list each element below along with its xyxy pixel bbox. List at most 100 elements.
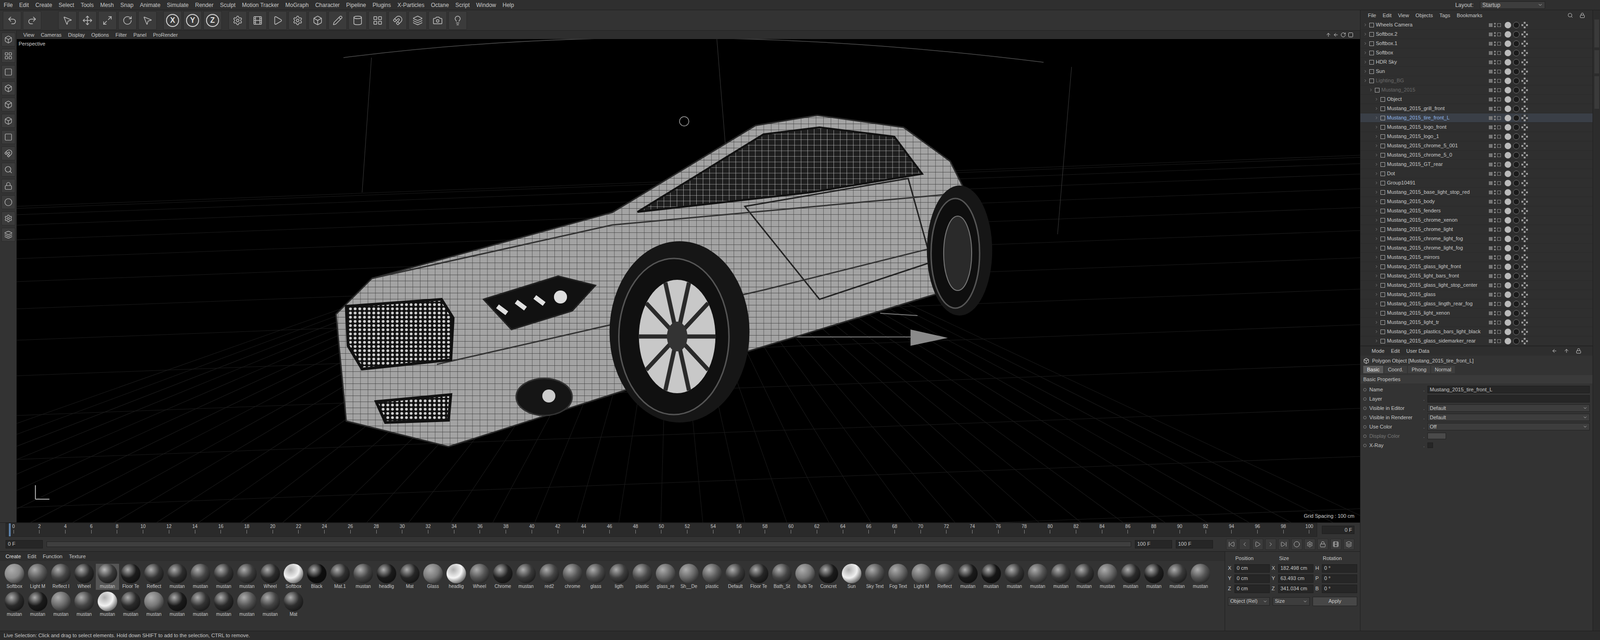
layer-box[interactable]: [1488, 79, 1493, 83]
axis-lock-button[interactable]: Y: [183, 11, 202, 30]
render-visibility-dot[interactable]: [1493, 25, 1496, 28]
editor-visibility-dot[interactable]: [1493, 320, 1496, 323]
attribute-menu-item[interactable]: Edit: [1391, 347, 1400, 356]
coordinate-system[interactable]: [228, 11, 247, 30]
layer-box[interactable]: [1488, 218, 1493, 223]
uv-tag-icon[interactable]: [1521, 96, 1528, 103]
material-tile[interactable]: Reflect: [142, 564, 166, 591]
material-tile[interactable]: mustan: [165, 592, 189, 619]
phong-tag-icon[interactable]: [1504, 133, 1512, 140]
pan-icon[interactable]: [1325, 32, 1332, 38]
layer-box[interactable]: [1488, 293, 1493, 297]
material-tag-icon[interactable]: [1513, 180, 1520, 187]
material-tag-icon[interactable]: [1513, 310, 1520, 317]
layer-box[interactable]: [1488, 255, 1493, 260]
enable-check[interactable]: [1497, 162, 1501, 167]
phong-tag-icon[interactable]: [1504, 77, 1512, 85]
lock-icon[interactable]: [1579, 12, 1586, 19]
phong-tag-icon[interactable]: [1504, 180, 1512, 187]
layer-box[interactable]: [1488, 106, 1493, 111]
object-menu-item[interactable]: File: [1367, 11, 1377, 20]
dropdown[interactable]: Off: [1427, 423, 1590, 431]
enable-check[interactable]: [1497, 190, 1501, 195]
undo[interactable]: [2, 11, 22, 30]
expand-icon[interactable]: [1363, 50, 1368, 55]
render-visibility-dot[interactable]: [1493, 137, 1496, 140]
object-row[interactable]: Softbox: [1360, 48, 1593, 58]
menu-item[interactable]: Plugins: [372, 0, 391, 10]
enable-check[interactable]: [1497, 330, 1501, 334]
enable-check[interactable]: [1497, 79, 1501, 83]
editor-visibility-dot[interactable]: [1493, 69, 1496, 72]
uv-tag-icon[interactable]: [1521, 217, 1528, 224]
size-field[interactable]: 341.034 cm: [1278, 585, 1314, 594]
go-to-start[interactable]: [1226, 539, 1238, 551]
uv-tag-icon[interactable]: [1521, 328, 1528, 336]
expand-icon[interactable]: [1374, 301, 1379, 307]
material-tile[interactable]: Reflect: [933, 564, 957, 591]
layer-box[interactable]: [1488, 51, 1493, 55]
object-row[interactable]: Mustang_2015_chrome_5_0: [1360, 150, 1593, 160]
render-visibility-dot[interactable]: [1493, 341, 1496, 344]
render-visibility-dot[interactable]: [1493, 230, 1496, 233]
object-row[interactable]: Wheels Camera: [1360, 20, 1593, 30]
render-visibility-dot[interactable]: [1493, 193, 1496, 195]
material-tag-icon[interactable]: [1513, 77, 1520, 85]
attribute-tab[interactable]: Basic: [1363, 366, 1384, 374]
max-frame-field[interactable]: 100 F: [1175, 540, 1214, 549]
uv-tag-icon[interactable]: [1521, 300, 1528, 308]
editor-visibility-dot[interactable]: [1493, 32, 1496, 34]
phong-tag-icon[interactable]: [1504, 263, 1512, 271]
render-visibility-dot[interactable]: [1493, 211, 1496, 214]
side-tab[interactable]: [1594, 76, 1600, 109]
render-view[interactable]: [248, 11, 267, 30]
camera[interactable]: [428, 11, 447, 30]
material-tile[interactable]: plastic: [630, 564, 654, 591]
material-tile[interactable]: mustan: [1072, 564, 1096, 591]
animate-dot[interactable]: [1363, 397, 1367, 401]
enable-check[interactable]: [1497, 97, 1501, 102]
material-tile[interactable]: Softbox: [281, 564, 306, 591]
attribute-menu-item[interactable]: User Data: [1406, 347, 1430, 356]
animate-dot[interactable]: [1363, 388, 1367, 392]
size-field[interactable]: 63.493 cm: [1278, 574, 1314, 584]
uv-tag-icon[interactable]: [1521, 21, 1528, 29]
next-frame[interactable]: [1265, 539, 1277, 551]
rotation-field[interactable]: 0 °: [1321, 564, 1358, 574]
object-row[interactable]: Group10491: [1360, 178, 1593, 188]
enable-check[interactable]: [1497, 218, 1501, 223]
material-tag-icon[interactable]: [1513, 105, 1520, 113]
expand-icon[interactable]: [1374, 134, 1379, 139]
material-tile[interactable]: chrome: [560, 564, 585, 591]
menu-item[interactable]: X-Particles: [397, 0, 425, 10]
phong-tag-icon[interactable]: [1504, 217, 1512, 224]
render-visibility-dot[interactable]: [1493, 323, 1496, 326]
scene[interactable]: [408, 11, 427, 30]
enable-check[interactable]: [1497, 23, 1501, 27]
layout-switch[interactable]: [1343, 539, 1355, 551]
material-tile[interactable]: Concret: [816, 564, 840, 591]
uv-tag-icon[interactable]: [1521, 245, 1528, 252]
render-visibility-dot[interactable]: [1493, 118, 1496, 121]
animate-dot[interactable]: [1363, 444, 1367, 448]
timeline-ruler[interactable]: 0246810121416182022242628303234363840424…: [5, 523, 1318, 538]
material-tile[interactable]: glass_re: [653, 564, 678, 591]
layer-box[interactable]: [1488, 330, 1493, 334]
phong-tag-icon[interactable]: [1504, 86, 1512, 94]
editor-visibility-dot[interactable]: [1493, 273, 1496, 276]
object-row[interactable]: Mustang_2015_body: [1360, 197, 1593, 207]
end-frame-field[interactable]: 100 F: [1134, 540, 1173, 549]
render-visibility-dot[interactable]: [1493, 276, 1496, 279]
material-tile[interactable]: mustan: [1026, 564, 1050, 591]
rotate-tool[interactable]: [118, 11, 137, 30]
phong-tag-icon[interactable]: [1504, 245, 1512, 252]
layer-box[interactable]: [1488, 41, 1493, 46]
object-row[interactable]: Mustang_2015_chrome_5_001: [1360, 141, 1593, 151]
enable-check[interactable]: [1497, 246, 1501, 251]
layer-box[interactable]: [1488, 320, 1493, 325]
editor-visibility-dot[interactable]: [1493, 97, 1496, 100]
enable-check[interactable]: [1497, 255, 1501, 260]
render-visibility-dot[interactable]: [1493, 286, 1496, 288]
layer-box[interactable]: [1488, 116, 1493, 120]
current-frame-field[interactable]: 0 F: [1321, 526, 1355, 535]
